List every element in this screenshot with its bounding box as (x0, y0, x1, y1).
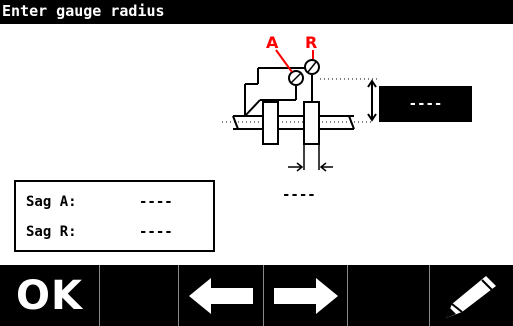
sag-a-value: ---- (139, 194, 173, 210)
sag-readout-panel: Sag A: ---- Sag R: ---- (14, 180, 215, 252)
bottom-toolbar: OK (0, 265, 513, 326)
label-a: A (266, 33, 279, 52)
right-arrow-icon (273, 277, 338, 314)
shaft (232, 115, 355, 130)
left-arrow-button[interactable] (179, 265, 264, 326)
ok-button[interactable]: OK (0, 265, 100, 326)
window-title: Enter gauge radius (0, 0, 513, 24)
gauge-radius-value[interactable]: ---- (379, 86, 472, 122)
pencil-icon (445, 275, 496, 318)
edit-button[interactable] (430, 265, 513, 326)
empty-button-2[interactable] (348, 265, 430, 326)
left-coupling-hub (262, 101, 279, 145)
sag-a-label: Sag A: (26, 194, 77, 210)
radius-dimension (367, 79, 377, 122)
left-arrow-icon (189, 277, 253, 314)
sag-r-label: Sag R: (26, 224, 77, 240)
right-arrow-button[interactable] (264, 265, 348, 326)
gap-value: ---- (282, 187, 316, 203)
empty-button-1[interactable] (100, 265, 179, 326)
gap-dimension (288, 144, 333, 172)
label-r: R (305, 33, 317, 52)
right-coupling-hub (303, 101, 320, 145)
sag-r-value: ---- (139, 224, 173, 240)
ok-label: OK (16, 272, 83, 319)
